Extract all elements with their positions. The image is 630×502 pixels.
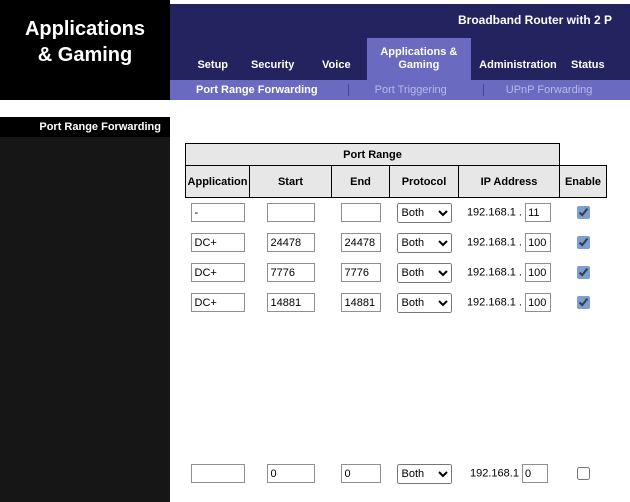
port-forwarding-table: Port Range Application Start End Protoco…	[185, 143, 607, 489]
column-header-enable: Enable	[560, 166, 607, 198]
subnav-bar: Port Range Forwarding Port Triggering UP…	[170, 80, 630, 100]
tab-applications-gaming-label: Applications & Gaming	[379, 46, 459, 72]
tab-security[interactable]: Security	[239, 38, 305, 80]
ip-octet-input[interactable]	[522, 464, 548, 483]
ip-octet-input[interactable]	[525, 233, 551, 252]
column-header-end: End	[332, 166, 390, 198]
end-port-input[interactable]	[341, 203, 381, 222]
brand-title: Applications & Gaming	[0, 16, 170, 68]
column-header-row: Application Start End Protocol IP Addres…	[186, 166, 607, 198]
protocol-select[interactable]: Both	[397, 233, 452, 253]
ip-prefix: 192.168.1 .	[467, 207, 522, 219]
application-input[interactable]	[191, 464, 245, 483]
enable-checkbox[interactable]	[577, 296, 590, 309]
column-header-application: Application	[186, 166, 250, 198]
start-port-input[interactable]	[267, 293, 315, 312]
sidebar: Port Range Forwarding	[0, 117, 170, 502]
ip-prefix: 192.168.1	[470, 468, 519, 480]
tab-setup-label: Setup	[197, 59, 228, 71]
ip-octet-input[interactable]	[525, 203, 551, 222]
tab-administration-label: Administration	[479, 59, 557, 71]
router-model-title: Broadband Router with 2 P	[458, 13, 612, 27]
group-header: Port Range	[186, 144, 560, 166]
ip-prefix: 192.168.1 .	[467, 237, 522, 249]
ip-prefix: 192.168.1 .	[467, 297, 522, 309]
tab-security-label: Security	[251, 59, 294, 71]
end-port-input[interactable]	[341, 233, 381, 252]
enable-checkbox[interactable]	[577, 467, 590, 480]
group-header-row: Port Range	[186, 144, 607, 166]
protocol-select[interactable]: Both	[397, 293, 452, 313]
table-row: Both 192.168.1 .	[186, 288, 607, 318]
table-spacer	[186, 318, 607, 459]
content-area: Port Range Application Start End Protoco…	[170, 100, 630, 502]
application-input[interactable]	[191, 293, 245, 312]
ip-prefix: 192.168.1 .	[467, 267, 522, 279]
divider	[348, 84, 349, 96]
subnav-item-port-triggering[interactable]: Port Triggering	[375, 84, 447, 96]
start-port-input[interactable]	[267, 203, 315, 222]
section-label: Port Range Forwarding	[0, 117, 170, 137]
application-input[interactable]	[191, 233, 245, 252]
tab-voice[interactable]: Voice	[306, 38, 367, 80]
router-admin-page: Applications & Gaming Broadband Router w…	[0, 0, 630, 502]
start-port-input[interactable]	[267, 233, 315, 252]
tab-bar: Setup Security Voice Applications & Gami…	[170, 38, 630, 80]
end-port-input[interactable]	[341, 464, 381, 483]
group-header-spacer	[560, 144, 607, 166]
enable-checkbox[interactable]	[577, 266, 590, 279]
divider	[483, 84, 484, 96]
protocol-select[interactable]: Both	[397, 203, 452, 223]
table-row: Both 192.168.1 .	[186, 228, 607, 258]
protocol-select[interactable]: Both	[397, 464, 452, 484]
tab-applications-gaming[interactable]: Applications & Gaming	[367, 38, 471, 80]
protocol-select[interactable]: Both	[397, 263, 452, 283]
column-header-ip-address: IP Address	[459, 166, 560, 198]
ip-octet-input[interactable]	[525, 263, 551, 282]
table-row: Both 192.168.1	[186, 459, 607, 489]
column-header-start: Start	[250, 166, 332, 198]
start-port-input[interactable]	[267, 263, 315, 282]
tab-status-label: Status	[571, 59, 605, 71]
ip-octet-input[interactable]	[525, 293, 551, 312]
tab-setup[interactable]: Setup	[186, 38, 239, 80]
application-input[interactable]	[191, 203, 245, 222]
tab-administration[interactable]: Administration	[471, 38, 565, 80]
table-row: Both 192.168.1 .	[186, 198, 607, 228]
brand-title-line1: Applications	[0, 16, 170, 42]
tab-voice-label: Voice	[322, 59, 351, 71]
enable-checkbox[interactable]	[577, 206, 590, 219]
top-banner: Broadband Router with 2 P Setup Security…	[170, 4, 630, 80]
subnav-item-upnp-forwarding[interactable]: UPnP Forwarding	[506, 84, 593, 96]
application-input[interactable]	[191, 263, 245, 282]
column-header-protocol: Protocol	[390, 166, 459, 198]
subnav-item-port-range-forwarding[interactable]: Port Range Forwarding	[196, 84, 318, 96]
brand-title-line2: & Gaming	[0, 42, 170, 68]
end-port-input[interactable]	[341, 263, 381, 282]
enable-checkbox[interactable]	[577, 236, 590, 249]
tab-status[interactable]: Status	[565, 38, 630, 80]
brand-panel: Applications & Gaming	[0, 0, 170, 100]
end-port-input[interactable]	[341, 293, 381, 312]
table-row: Both 192.168.1 .	[186, 258, 607, 288]
start-port-input[interactable]	[267, 464, 315, 483]
